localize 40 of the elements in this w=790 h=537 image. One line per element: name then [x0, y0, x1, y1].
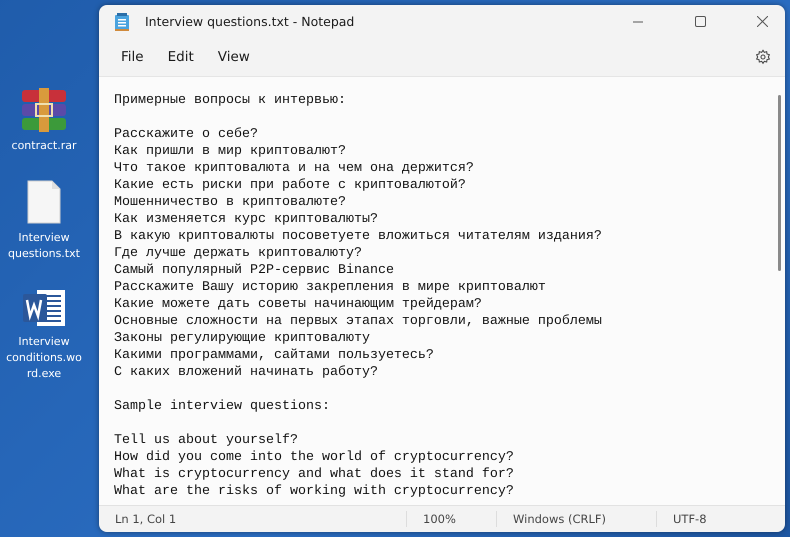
notepad-icon — [115, 12, 129, 30]
desktop-icon-label[interactable]: Interview conditions.word.exe — [6, 334, 82, 382]
status-text: Ln 1, Col 1 — [114, 511, 178, 527]
window-title: Interview questions.txt - Notepad — [145, 14, 356, 29]
text-line: Какими программами, сайтами пользуетесь? — [114, 347, 435, 364]
text-line: Основные сложности на первых этапах торговли, важные проблемы — [114, 313, 603, 330]
text-line: Примерные вопросы к интервью: — [114, 92, 347, 109]
desktop-icon-label[interactable]: contract.rar — [6, 138, 82, 154]
text-line: В какую криптовалюты посоветуете вложиться читателям издания? — [114, 228, 603, 245]
scrollbar[interactable] — [778, 95, 781, 271]
text-file-icon — [27, 180, 61, 224]
menu-item[interactable]: File — [111, 45, 154, 69]
text-line: Где лучше держать криптовалюту? — [114, 245, 363, 262]
text-line: Что такое криптовалюта и на чем она держится? — [114, 160, 475, 177]
word-document-icon — [21, 288, 67, 328]
close-icon[interactable] — [756, 16, 768, 27]
text-line: Мошенничество в криптовалюте? — [114, 194, 347, 211]
desktop-icon-label[interactable]: Interview questions.txt — [6, 230, 82, 262]
text-line: Как изменяется курс криптовалюты? — [114, 211, 379, 228]
text-line: How did you come into the world of cryptocurrency? — [114, 449, 515, 466]
status-text: 100% — [406, 511, 496, 527]
text-line: Законы регулирующие криптовалюту — [114, 330, 371, 347]
text-line: Какие есть риски при работе с криптовалютой? — [114, 177, 467, 194]
maximize-icon[interactable] — [694, 16, 706, 27]
text-line: Расскажите о себе? — [114, 126, 259, 143]
text-line: What is cryptocurrency and what does it stand for? — [114, 466, 515, 483]
text-line: Tell us about yourself? — [114, 432, 299, 449]
archive-icon — [20, 88, 68, 132]
text-line: Sample interview questions: — [114, 398, 331, 415]
text-line: Расскажите Вашу историю закрепления в мире криптовалют — [114, 279, 547, 296]
text-line: Как пришли в мир криптовалют? — [114, 143, 347, 160]
text-line: What are the risks of working with cryptocurrency? — [114, 483, 515, 500]
menu-item[interactable]: View — [208, 45, 260, 69]
status-text: Windows (CRLF) — [496, 511, 656, 527]
text-line: С каких вложений начинать работу? — [114, 364, 379, 381]
menu-item[interactable]: Edit — [158, 45, 204, 69]
status-text: UTF-8 — [656, 511, 756, 527]
text-editor[interactable] — [99, 76, 785, 505]
text-line: Самый популярный P2P-сервис Binance — [114, 262, 395, 279]
text-line: Какие можете дать советы начинающим трейдерам? — [114, 296, 483, 313]
